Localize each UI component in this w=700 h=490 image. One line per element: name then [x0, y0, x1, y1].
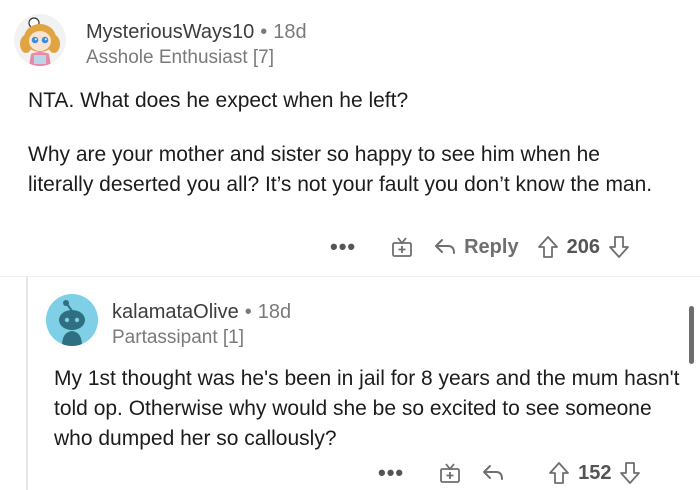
comment-divider [0, 276, 700, 277]
meta-separator: • [244, 301, 252, 323]
reply-label: Reply [464, 235, 519, 258]
user-flair: Partassipant [1] [112, 327, 245, 348]
comment-actions: ••• 152 [378, 458, 641, 488]
user-avatar[interactable] [14, 14, 66, 66]
reply-button[interactable]: Reply [434, 235, 519, 259]
comment-paragraph: Why are your mother and sister so happy … [28, 143, 653, 196]
vote-controls: 152 [548, 461, 641, 485]
more-options-button[interactable]: ••• [378, 462, 404, 484]
comment-actions: ••• Reply 206 [330, 232, 630, 262]
comment-paragraph: NTA. What does he expect when he left? [28, 89, 409, 112]
comment-age: 18d [257, 301, 292, 323]
user-avatar[interactable] [46, 294, 98, 346]
reply-button[interactable] [482, 464, 512, 482]
vote-score: 206 [566, 235, 600, 258]
avatar-girl-icon [14, 14, 66, 66]
reply-arrow-icon [435, 239, 456, 254]
downvote-icon[interactable] [608, 235, 630, 259]
downvote-icon[interactable] [619, 461, 641, 485]
vote-score: 152 [578, 461, 612, 484]
upvote-icon[interactable] [537, 235, 559, 259]
username[interactable]: MysteriousWays10 [86, 21, 254, 43]
reply-arrow-icon [483, 465, 504, 480]
username[interactable]: kalamataOlive [112, 301, 239, 323]
comment-paragraph: My 1st thought was he's been in jail for… [54, 367, 680, 450]
user-flair: Asshole Enthusiast [7] [86, 47, 274, 68]
award-icon[interactable] [438, 461, 462, 485]
upvote-icon[interactable] [548, 461, 570, 485]
scrollbar-thumb[interactable] [689, 306, 694, 364]
thread-line[interactable] [26, 276, 28, 490]
award-icon[interactable] [390, 235, 414, 259]
vote-controls: 206 [537, 235, 630, 259]
comment-meta: MysteriousWays10 • 18d Asshole Enthusiast … [86, 20, 307, 70]
comment-meta: kalamataOlive • 18d Partassipant [1] [112, 300, 291, 350]
comment-age: 18d [273, 21, 307, 43]
meta-separator: • [260, 21, 268, 43]
snoo-avatar-icon [46, 294, 98, 346]
more-options-button[interactable]: ••• [330, 236, 356, 258]
